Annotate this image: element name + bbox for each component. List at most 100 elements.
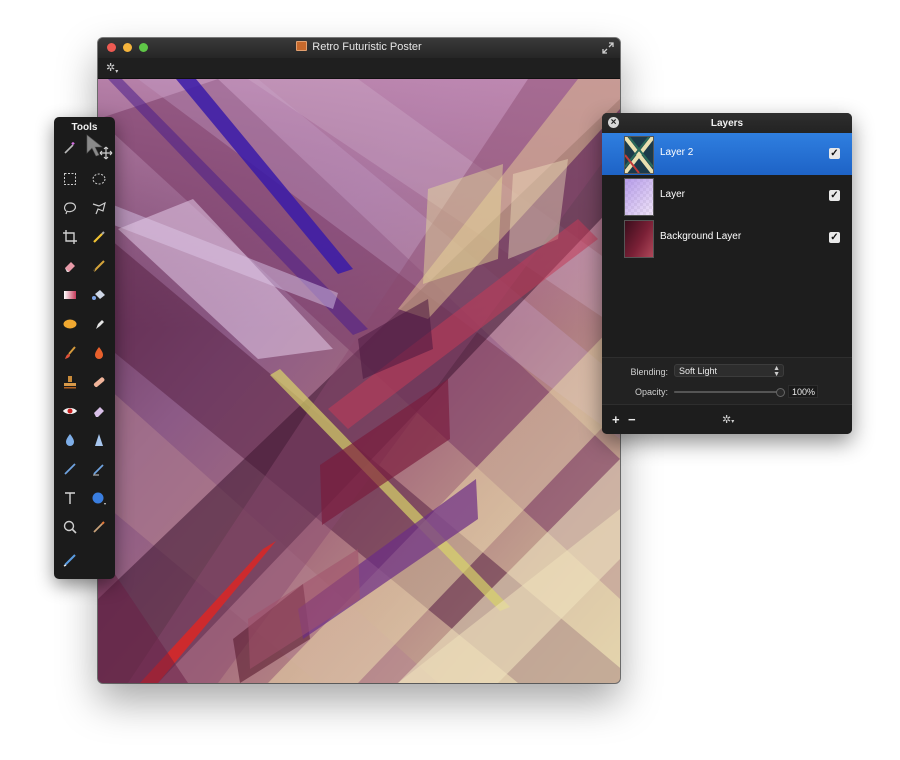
- smudge-tool[interactable]: [88, 313, 110, 335]
- crop-icon: [63, 230, 77, 244]
- red-eye-icon: [63, 408, 77, 414]
- document-icon: [296, 41, 308, 51]
- layer-thumbnail: [624, 136, 654, 174]
- opacity-label: Opacity:: [634, 387, 668, 397]
- gradient-icon: [64, 291, 76, 299]
- eraser-alt-icon: [94, 407, 104, 417]
- layer-thumbnail: [624, 220, 654, 258]
- stamp-tool[interactable]: [59, 371, 81, 393]
- sharpen-tool[interactable]: [88, 429, 110, 451]
- blending-label: Blending:: [630, 367, 668, 377]
- fullscreen-icon[interactable]: [602, 42, 614, 54]
- window-title: Retro Futuristic Poster: [98, 41, 620, 53]
- red-eye-tool[interactable]: [59, 400, 81, 422]
- rect-select-tool[interactable]: [59, 168, 81, 190]
- layer-visibility-checkbox[interactable]: ✓: [829, 232, 840, 243]
- ellipse-select-icon: [92, 173, 106, 185]
- shape-tool[interactable]: [88, 487, 110, 509]
- move-tool[interactable]: [84, 133, 114, 163]
- document-window: Retro Futuristic Poster ✲▾: [98, 38, 620, 683]
- sponge-tool[interactable]: [59, 313, 81, 335]
- layers-panel: × Layers Layer 2 ✓ Layer ✓ Background La…: [602, 113, 852, 434]
- shape-icon: [92, 492, 106, 505]
- layer-row-layer[interactable]: Layer ✓: [602, 175, 852, 217]
- zoom-tool[interactable]: [59, 516, 81, 538]
- image-canvas[interactable]: [98, 79, 620, 683]
- chevron-down-icon: ▾: [115, 69, 119, 75]
- smudge-icon: [96, 320, 104, 329]
- lasso-tool[interactable]: [59, 197, 81, 219]
- zoom-icon: [63, 520, 77, 534]
- pen-tool[interactable]: [59, 458, 81, 480]
- opacity-value-field[interactable]: 100%: [788, 385, 818, 398]
- layer-settings-button[interactable]: ✲▾: [722, 413, 734, 426]
- layer-visibility-checkbox[interactable]: ✓: [829, 148, 840, 159]
- layer-thumbnail: [624, 178, 654, 216]
- pen-icon: [64, 463, 76, 475]
- opacity-slider-fill: [674, 391, 784, 393]
- freeform-pen-tool[interactable]: [88, 458, 110, 480]
- pencil-icon: [93, 260, 105, 272]
- opacity-slider[interactable]: [674, 388, 785, 397]
- tools-title: Tools: [71, 122, 98, 133]
- blending-mode-select[interactable]: Soft Light ▲ ▼: [674, 364, 784, 378]
- tools-palette: Tools: [54, 117, 115, 579]
- stamp-icon: [64, 376, 76, 389]
- document-title-text: Retro Futuristic Poster: [312, 41, 422, 53]
- gear-icon: ✲: [722, 414, 732, 426]
- pencil-tool[interactable]: [88, 255, 110, 277]
- paint-bucket-icon: [92, 290, 105, 300]
- ellipse-select-tool[interactable]: [88, 168, 110, 190]
- brush-icon: [65, 346, 76, 359]
- layer-visibility-checkbox[interactable]: ✓: [829, 190, 840, 201]
- move-arrow-icon: [86, 134, 113, 160]
- layer-options: Blending: Soft Light ▲ ▼ Opacity: 100%: [602, 357, 852, 404]
- brush-tool[interactable]: [59, 342, 81, 364]
- blur-tool[interactable]: [59, 429, 81, 451]
- magic-wand-icon: [64, 142, 75, 154]
- gear-icon: ✲: [106, 62, 116, 74]
- paint-bucket-tool[interactable]: [88, 284, 110, 306]
- layer-name[interactable]: Layer: [660, 189, 685, 200]
- color-swatch-icon: [63, 554, 76, 567]
- blending-mode-value: Soft Light: [679, 366, 718, 376]
- heal-tool[interactable]: [88, 371, 110, 393]
- color-picker-tool[interactable]: [88, 516, 110, 538]
- polygon-lasso-tool[interactable]: [88, 197, 110, 219]
- text-icon: [65, 492, 75, 504]
- remove-layer-button[interactable]: −: [628, 412, 636, 427]
- crop-tool[interactable]: [59, 226, 81, 248]
- magic-wand-tool[interactable]: [59, 137, 81, 159]
- eraser-alt-tool[interactable]: [88, 400, 110, 422]
- layer-row-layer-2[interactable]: Layer 2 ✓: [602, 133, 852, 175]
- opacity-slider-knob[interactable]: [776, 388, 785, 397]
- sponge-icon: [63, 319, 77, 329]
- eyedropper-tool[interactable]: [88, 226, 110, 248]
- eraser-tool[interactable]: [59, 255, 81, 277]
- blur-drop-icon: [66, 434, 74, 446]
- color-picker-icon: [93, 521, 105, 533]
- chevron-down-icon: ▾: [731, 419, 735, 425]
- freeform-pen-icon: [93, 464, 104, 476]
- layer-name[interactable]: Layer 2: [660, 147, 693, 158]
- rect-select-icon: [64, 173, 76, 185]
- add-layer-button[interactable]: +: [612, 412, 620, 427]
- eyedropper-icon: [93, 231, 105, 243]
- poster-artwork: [98, 79, 620, 683]
- heal-icon: [93, 377, 105, 387]
- eraser-icon: [65, 262, 75, 272]
- layers-title: Layers: [710, 118, 744, 129]
- text-tool[interactable]: [59, 487, 81, 509]
- layer-name[interactable]: Background Layer: [660, 231, 741, 242]
- polygon-lasso-icon: [92, 201, 106, 215]
- window-titlebar[interactable]: Retro Futuristic Poster: [98, 38, 620, 58]
- burn-tool[interactable]: [88, 342, 110, 364]
- lasso-icon: [64, 202, 76, 215]
- layer-row-background-layer[interactable]: Background Layer ✓: [602, 217, 852, 259]
- color-swatch-tool[interactable]: [59, 549, 81, 571]
- sharpen-icon: [95, 434, 103, 446]
- gradient-tool[interactable]: [59, 284, 81, 306]
- layers-panel-header[interactable]: × Layers: [602, 113, 852, 133]
- document-settings-button[interactable]: ✲▾: [106, 61, 118, 75]
- updown-chevron-icon: ▲ ▼: [773, 365, 780, 378]
